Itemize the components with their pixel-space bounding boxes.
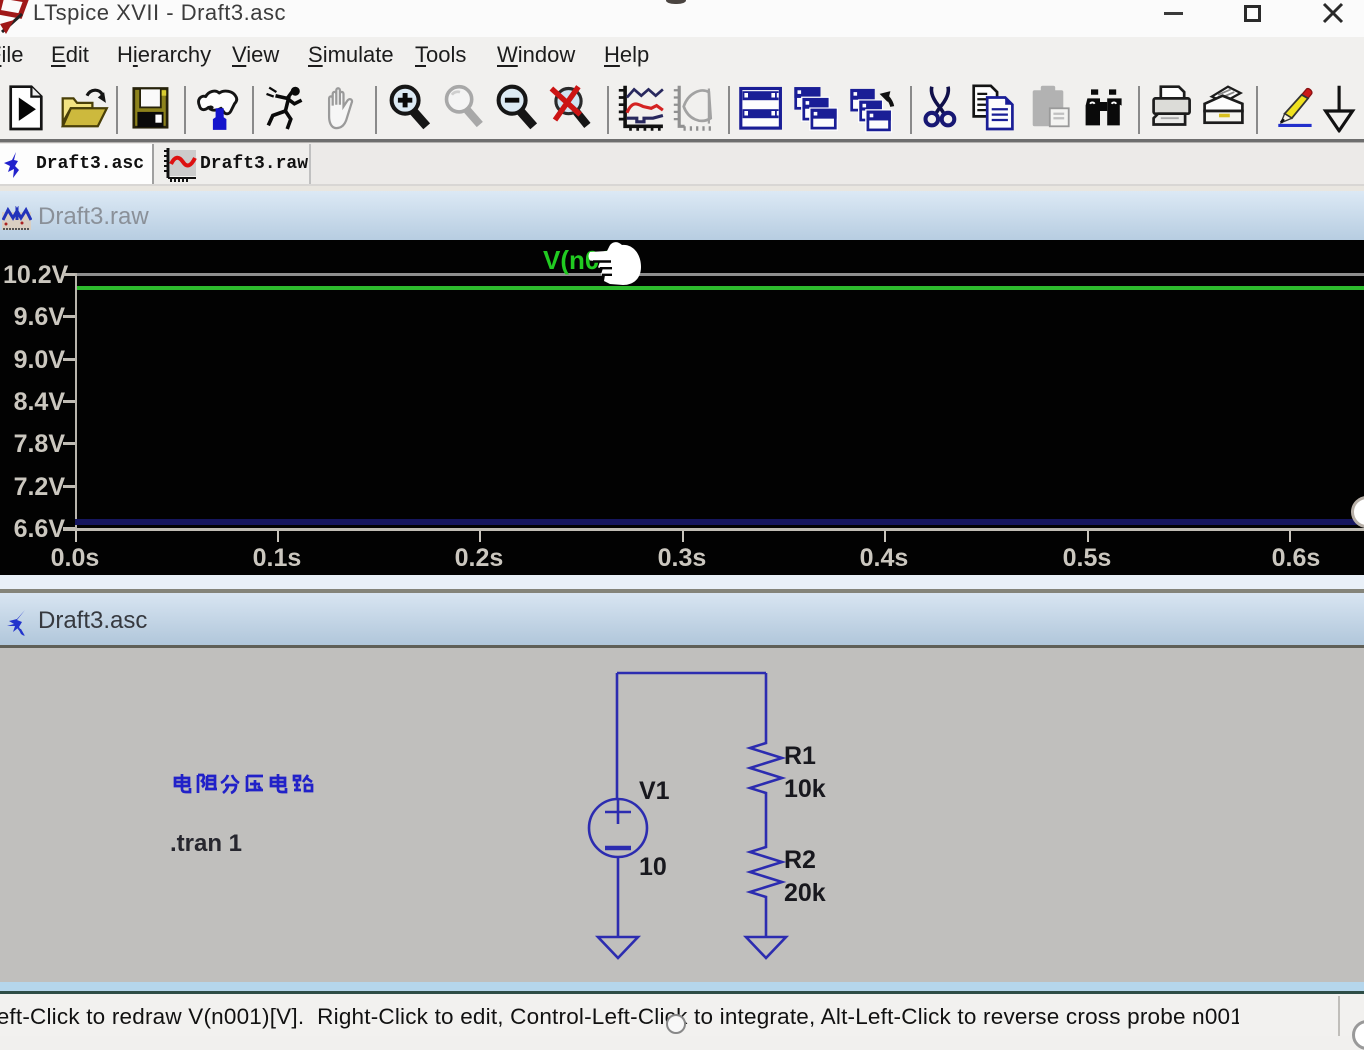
- svg-text:V1: V1: [639, 777, 670, 805]
- svg-text:20k: 20k: [784, 879, 826, 907]
- svg-text:10: 10: [639, 853, 667, 881]
- svg-text:R1: R1: [784, 742, 816, 770]
- svg-text:R2: R2: [784, 846, 816, 874]
- svg-text:10k: 10k: [784, 775, 826, 803]
